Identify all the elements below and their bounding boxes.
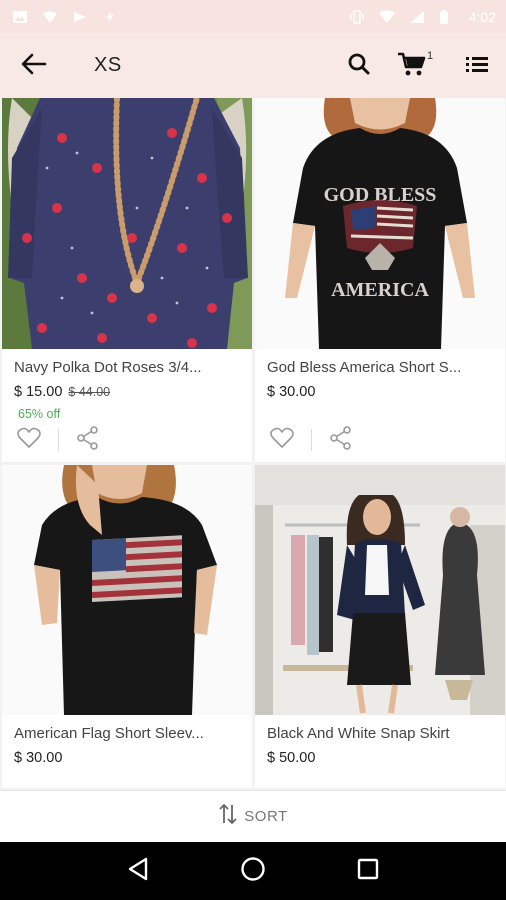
list-icon [466, 55, 488, 78]
product-name[interactable]: God Bless America Short S... [267, 359, 461, 376]
card-actions [14, 425, 103, 455]
list-view-button[interactable] [461, 50, 493, 82]
product-image[interactable] [255, 465, 505, 715]
product-card[interactable]: GOD BLESS AMERICA God Bless America Shor… [255, 98, 505, 462]
divider [311, 429, 312, 451]
product-card[interactable]: Navy Polka Dot Roses 3/4... $ 15.00 $ 44.… [2, 98, 252, 462]
favorite-button[interactable] [14, 426, 44, 454]
nav-recents-button[interactable] [348, 851, 388, 891]
product-price: $ 30.00 [14, 750, 63, 766]
share-button[interactable] [73, 425, 103, 455]
wifi-signal-icon [378, 10, 395, 24]
vibrate-icon [349, 9, 365, 24]
product-name[interactable]: Black And White Snap Skirt [267, 725, 450, 742]
product-image[interactable] [2, 98, 252, 349]
share-button[interactable] [326, 425, 356, 455]
cart-button[interactable] [396, 50, 428, 82]
shirt-print-line2: AMERICA [331, 279, 429, 301]
product-card[interactable]: Black And White Snap Skirt $ 50.00 [255, 465, 505, 788]
cell-signal-icon [409, 10, 425, 24]
card-actions [267, 425, 356, 455]
favorite-button[interactable] [267, 426, 297, 454]
sort-button[interactable]: SORT [0, 790, 506, 842]
sort-label: SORT [244, 808, 288, 825]
sort-icon [218, 803, 238, 830]
circle-home-icon [240, 856, 266, 887]
play-notification-icon [72, 10, 88, 24]
system-nav-bar [0, 842, 506, 900]
product-name[interactable]: American Flag Short Sleev... [14, 725, 204, 742]
page-title: XS [94, 54, 122, 76]
cart-icon [397, 51, 427, 82]
flash-notification-icon [102, 10, 118, 24]
product-grid: Navy Polka Dot Roses 3/4... $ 15.00 $ 44.… [0, 98, 506, 788]
divider [58, 429, 59, 451]
product-name[interactable]: Navy Polka Dot Roses 3/4... [14, 359, 202, 376]
wifi-notification-icon [42, 10, 58, 24]
back-button[interactable] [18, 50, 50, 82]
discount-label: 65% off [18, 407, 61, 421]
status-bar: 4:02 [0, 0, 506, 33]
search-button[interactable] [343, 50, 375, 82]
app-bar: XS [0, 33, 506, 98]
nav-back-button[interactable] [118, 851, 158, 891]
product-price: $ 15.00 $ 44.00 [14, 384, 110, 400]
heart-outline-icon [17, 427, 41, 454]
current-price: $ 15.00 [14, 384, 63, 400]
product-image[interactable]: GOD BLESS AMERICA [255, 98, 505, 349]
share-icon [329, 425, 353, 455]
heart-outline-icon [270, 427, 294, 454]
triangle-back-icon [127, 857, 149, 886]
product-card[interactable]: American Flag Short Sleev... $ 30.00 [2, 465, 252, 788]
arrow-left-icon [21, 53, 47, 80]
share-icon [76, 425, 100, 455]
battery-icon [439, 9, 455, 24]
product-price: $ 30.00 [267, 384, 316, 400]
product-price: $ 50.00 [267, 750, 316, 766]
original-price: $ 44.00 [68, 385, 111, 399]
search-icon [347, 52, 371, 81]
cart-count-badge: 1 [427, 50, 434, 62]
image-notification-icon [12, 10, 28, 24]
status-time: 4:02 [468, 8, 496, 25]
product-image[interactable] [2, 465, 252, 715]
square-recents-icon [357, 858, 379, 885]
nav-home-button[interactable] [233, 851, 273, 891]
